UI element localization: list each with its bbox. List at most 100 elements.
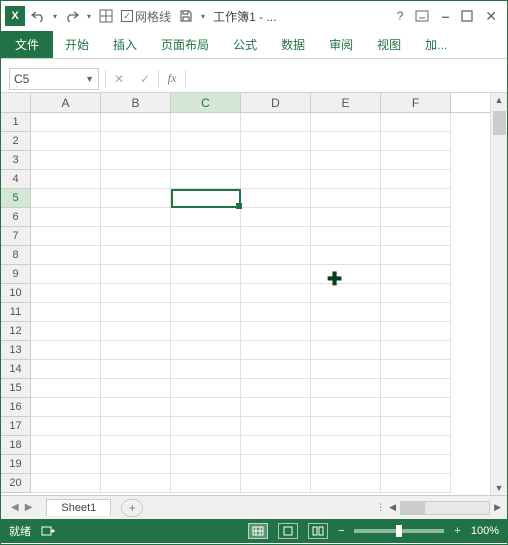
row-header-18[interactable]: 18	[1, 436, 31, 455]
formula-input[interactable]	[186, 68, 507, 90]
view-page-layout-icon[interactable]	[278, 523, 298, 539]
cell-B1[interactable]	[101, 113, 171, 132]
cell-A16[interactable]	[31, 398, 101, 417]
cell-F5[interactable]	[381, 189, 451, 208]
cell-E19[interactable]	[311, 455, 381, 474]
cell-C11[interactable]	[171, 303, 241, 322]
cell-B5[interactable]	[101, 189, 171, 208]
cell-F16[interactable]	[381, 398, 451, 417]
cell-E17[interactable]	[311, 417, 381, 436]
row-header-2[interactable]: 2	[1, 132, 31, 151]
col-header-F[interactable]: F	[381, 93, 451, 112]
cell-E5[interactable]	[311, 189, 381, 208]
cell-A18[interactable]	[31, 436, 101, 455]
row-header-15[interactable]: 15	[1, 379, 31, 398]
cell-A19[interactable]	[31, 455, 101, 474]
cell-E12[interactable]	[311, 322, 381, 341]
cell-E18[interactable]	[311, 436, 381, 455]
cell-F15[interactable]	[381, 379, 451, 398]
maximize-icon[interactable]	[461, 10, 473, 22]
row-header-3[interactable]: 3	[1, 151, 31, 170]
cancel-icon[interactable]: ✕	[106, 72, 132, 86]
cell-F4[interactable]	[381, 170, 451, 189]
cell-C4[interactable]	[171, 170, 241, 189]
row-header-4[interactable]: 4	[1, 170, 31, 189]
horizontal-scrollbar[interactable]: ⋮ ◀ ▶	[376, 501, 507, 515]
cell-E11[interactable]	[311, 303, 381, 322]
sheet-tab-1[interactable]: Sheet1	[46, 499, 111, 516]
col-header-D[interactable]: D	[241, 93, 311, 112]
chevron-down-icon[interactable]: ▼	[85, 74, 94, 84]
tab-file[interactable]: 文件	[1, 31, 53, 58]
cell-D1[interactable]	[241, 113, 311, 132]
name-box[interactable]: C5 ▼	[9, 68, 99, 90]
cell-B2[interactable]	[101, 132, 171, 151]
cell-B7[interactable]	[101, 227, 171, 246]
cell-D6[interactable]	[241, 208, 311, 227]
cell-C16[interactable]	[171, 398, 241, 417]
view-normal-icon[interactable]	[248, 523, 268, 539]
cell-F6[interactable]	[381, 208, 451, 227]
row-header-16[interactable]: 16	[1, 398, 31, 417]
cell-C12[interactable]	[171, 322, 241, 341]
cell-D15[interactable]	[241, 379, 311, 398]
cell-E15[interactable]	[311, 379, 381, 398]
redo-icon[interactable]	[65, 10, 79, 22]
cell-C5[interactable]	[171, 189, 241, 208]
cell-D9[interactable]	[241, 265, 311, 284]
cell-C2[interactable]	[171, 132, 241, 151]
row-header-11[interactable]: 11	[1, 303, 31, 322]
cell-E13[interactable]	[311, 341, 381, 360]
cell-A14[interactable]	[31, 360, 101, 379]
row-header-19[interactable]: 19	[1, 455, 31, 474]
split-handle-icon[interactable]: ⋮	[376, 502, 385, 513]
row-header-13[interactable]: 13	[1, 341, 31, 360]
cell-C10[interactable]	[171, 284, 241, 303]
tab-insert[interactable]: 插入	[101, 31, 149, 58]
zoom-level[interactable]: 100%	[471, 525, 499, 537]
row-header-7[interactable]: 7	[1, 227, 31, 246]
cell-A9[interactable]	[31, 265, 101, 284]
scroll-up-icon[interactable]: ▲	[495, 95, 504, 105]
cell-B11[interactable]	[101, 303, 171, 322]
dropdown-icon[interactable]: ▾	[53, 12, 57, 21]
cell-E1[interactable]	[311, 113, 381, 132]
zoom-in-button[interactable]: +	[454, 525, 460, 537]
cell-F3[interactable]	[381, 151, 451, 170]
row-header-6[interactable]: 6	[1, 208, 31, 227]
cell-B19[interactable]	[101, 455, 171, 474]
cell-F7[interactable]	[381, 227, 451, 246]
cell-E4[interactable]	[311, 170, 381, 189]
row-header-17[interactable]: 17	[1, 417, 31, 436]
cell-A6[interactable]	[31, 208, 101, 227]
cell-C19[interactable]	[171, 455, 241, 474]
cell-E8[interactable]	[311, 246, 381, 265]
row-header-10[interactable]: 10	[1, 284, 31, 303]
cell-C17[interactable]	[171, 417, 241, 436]
cell-D2[interactable]	[241, 132, 311, 151]
row-header-20[interactable]: 20	[1, 474, 31, 493]
cell-D17[interactable]	[241, 417, 311, 436]
dropdown-icon[interactable]: ▾	[87, 12, 91, 21]
cell-A13[interactable]	[31, 341, 101, 360]
cell-B9[interactable]	[101, 265, 171, 284]
cell-A11[interactable]	[31, 303, 101, 322]
cell-F10[interactable]	[381, 284, 451, 303]
gridlines-checkbox[interactable]: ✓网格线	[121, 8, 171, 25]
cell-B12[interactable]	[101, 322, 171, 341]
scroll-thumb[interactable]	[493, 111, 506, 135]
tab-formulas[interactable]: 公式	[221, 31, 269, 58]
prev-sheet-icon[interactable]: ◀	[11, 502, 19, 513]
ribbon-options-icon[interactable]	[415, 10, 429, 22]
cell-B6[interactable]	[101, 208, 171, 227]
cell-B3[interactable]	[101, 151, 171, 170]
borders-icon[interactable]	[99, 9, 113, 23]
cell-A8[interactable]	[31, 246, 101, 265]
cell-D4[interactable]	[241, 170, 311, 189]
cell-B17[interactable]	[101, 417, 171, 436]
cell-E7[interactable]	[311, 227, 381, 246]
cell-F19[interactable]	[381, 455, 451, 474]
tab-view[interactable]: 视图	[365, 31, 413, 58]
close-icon[interactable]: ✕	[485, 8, 497, 25]
confirm-icon[interactable]: ✓	[132, 72, 158, 86]
